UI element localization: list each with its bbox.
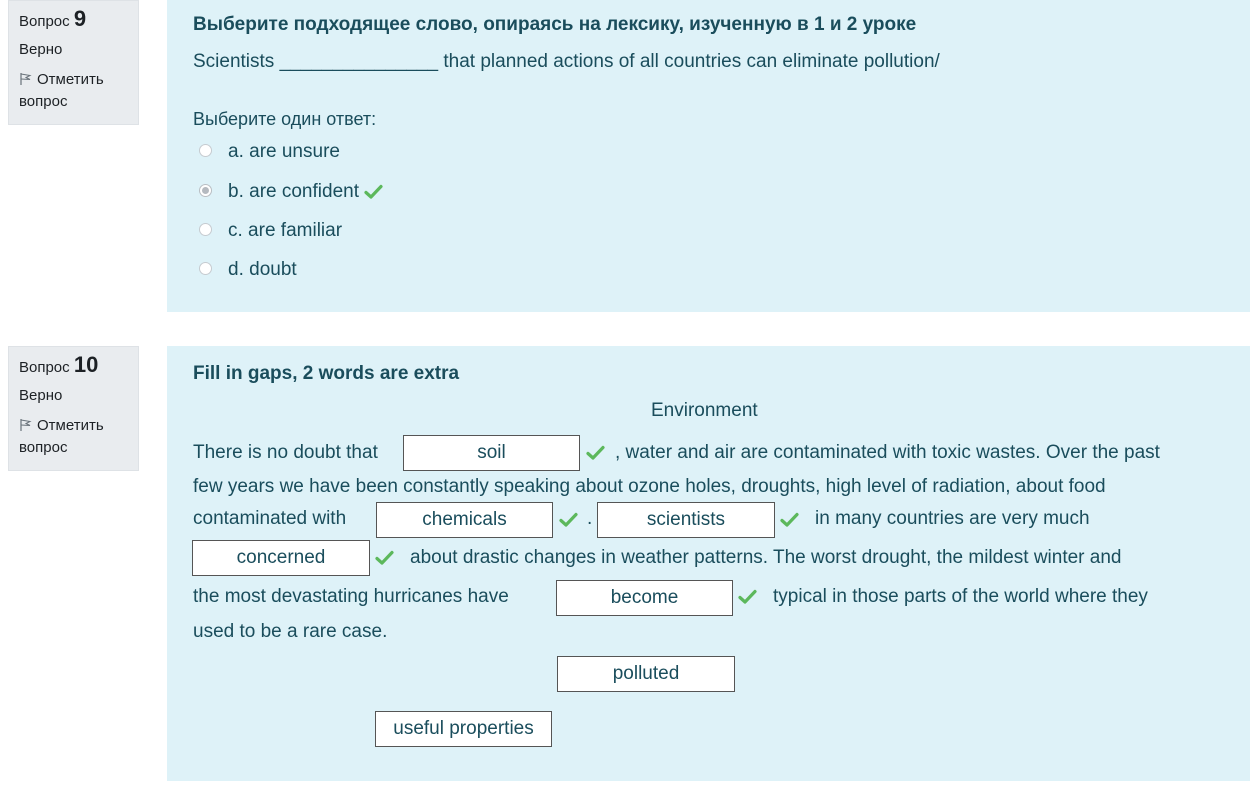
question-state: Верно [19, 387, 63, 404]
radio-button[interactable] [199, 262, 212, 275]
passage-text: about drastic changes in weather pattern… [410, 547, 1122, 568]
question-title: Fill in gaps, 2 words are extra [193, 363, 460, 384]
drop-zone-filled[interactable]: chemicals [376, 502, 553, 538]
drop-zone-filled[interactable]: concerned [192, 540, 370, 576]
passage-text: , water and air are contaminated with to… [615, 442, 1160, 463]
correct-check-icon [586, 445, 605, 460]
question-info-9: Вопрос 9 Верно Отметить вопрос [8, 0, 139, 125]
passage-text: few years we have been constantly speaki… [193, 476, 1106, 497]
drop-zone-filled[interactable]: scientists [597, 502, 775, 538]
correct-check-icon [780, 512, 799, 527]
flag-question-button[interactable]: Отметить вопрос [19, 415, 128, 459]
radio-button[interactable] [199, 144, 212, 157]
passage-text: typical in those parts of the world wher… [773, 586, 1148, 607]
correct-check-icon [559, 512, 578, 527]
correct-check-icon [738, 589, 757, 604]
question-content-9: Выберите подходящее слово, опираясь на л… [167, 0, 1250, 312]
correct-check-icon [364, 184, 383, 199]
passage-title: Environment [651, 400, 758, 421]
question-label: Вопрос [19, 359, 70, 376]
question-content-10: Fill in gaps, 2 words are extra Environm… [167, 346, 1250, 781]
flag-icon [20, 73, 32, 85]
question-title: Выберите подходящее слово, опираясь на л… [193, 14, 917, 35]
question-text: Scientists _______________ that planned … [193, 51, 940, 72]
radio-button-selected[interactable] [199, 184, 212, 197]
question-number: 9 [73, 6, 87, 31]
answer-label: b. are confident [228, 181, 359, 202]
drop-zone-filled[interactable]: become [556, 580, 733, 616]
passage-text: in many countries are very much [815, 508, 1090, 529]
answer-label: c. are familiar [228, 220, 343, 241]
passage-text: . [587, 508, 593, 529]
flag-icon [20, 419, 32, 431]
question-label: Вопрос [19, 13, 70, 30]
answer-label: d. doubt [228, 259, 297, 280]
flag-question-button[interactable]: Отметить вопрос [19, 69, 128, 113]
drag-word-polluted[interactable]: polluted [557, 656, 735, 692]
question-number-9: Вопрос 9 [19, 4, 128, 37]
answer-prompt: Выберите один ответ: [193, 109, 377, 129]
drop-zone-filled[interactable]: soil [403, 435, 580, 471]
passage-text: used to be a rare case. [193, 621, 388, 642]
correct-check-icon [375, 550, 394, 565]
passage-text: the most devastating hurricanes have [193, 586, 509, 607]
question-number: 10 [73, 352, 99, 377]
question-info-10: Вопрос 10 Верно Отметить вопрос [8, 346, 139, 471]
passage-text: There is no doubt that [193, 442, 378, 463]
question-number-10: Вопрос 10 [19, 350, 128, 383]
question-state: Верно [19, 41, 63, 58]
drag-word-useful-properties[interactable]: useful properties [375, 711, 552, 747]
radio-button[interactable] [199, 223, 212, 236]
answer-label: a. are unsure [228, 141, 340, 162]
passage-text: contaminated with [193, 508, 347, 529]
